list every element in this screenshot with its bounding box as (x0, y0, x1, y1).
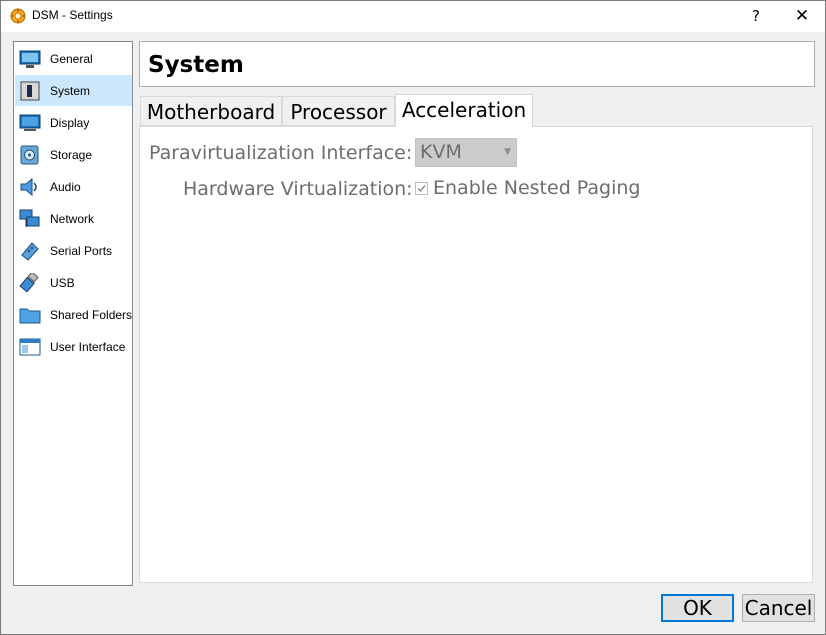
sidebar-item-display[interactable]: Display (15, 107, 132, 138)
checkmark-icon (417, 185, 426, 193)
usb-icon (19, 271, 39, 293)
sidebar-item-label: User Interface (50, 340, 126, 354)
window-title: DSM - Settings (32, 8, 113, 22)
nested-paging-label: Enable Nested Paging (433, 177, 641, 199)
sidebar-item-usb[interactable]: USB (15, 267, 132, 298)
sidebar-item-label: Network (50, 212, 95, 226)
audio-icon (19, 177, 39, 197)
sidebar-item-label: USB (50, 276, 75, 290)
system-icon (19, 81, 40, 101)
sidebar-item-network[interactable]: Network (15, 203, 132, 234)
settings-window: DSM - Settings ? ✕ General System Displa… (0, 0, 826, 635)
shared-folders-icon (19, 305, 41, 325)
chevron-down-icon: ▼ (504, 147, 511, 157)
sidebar-item-general[interactable]: General (15, 43, 132, 74)
network-icon (19, 209, 40, 229)
virtualbox-app-icon (10, 8, 26, 24)
page-header: System (139, 41, 815, 87)
close-button[interactable]: ✕ (779, 1, 825, 32)
sidebar-item-label: Shared Folders (50, 308, 133, 322)
sidebar-item-shared-folders[interactable]: Shared Folders (15, 299, 132, 330)
tab-acceleration[interactable]: Acceleration (395, 94, 533, 127)
serial-ports-icon (19, 241, 39, 261)
sidebar-item-user-interface[interactable]: User Interface (15, 331, 132, 362)
nested-paging-checkbox[interactable] (415, 182, 428, 195)
user-interface-icon (19, 337, 41, 357)
sidebar-item-label: Serial Ports (50, 244, 113, 258)
paravirtualization-value: KVM (420, 141, 462, 163)
sidebar-item-label: General (50, 52, 93, 66)
title-bar: DSM - Settings ? ✕ (1, 1, 825, 32)
page-title: System (148, 52, 244, 78)
sidebar-item-label: Audio (50, 180, 81, 194)
sidebar-item-label: Storage (50, 148, 93, 162)
paravirtualization-select[interactable]: KVM ▼ (415, 138, 517, 167)
help-button[interactable]: ? (733, 1, 779, 32)
sidebar-item-storage[interactable]: Storage (15, 139, 132, 170)
storage-icon (19, 145, 39, 165)
display-icon (19, 113, 41, 133)
settings-category-list: General System Display Storage Audio Net… (13, 41, 133, 586)
hardware-virtualization-label: Hardware Virtualization: (183, 178, 413, 200)
general-icon (19, 49, 41, 69)
tab-motherboard[interactable]: Motherboard (140, 96, 282, 126)
cancel-button[interactable]: Cancel (742, 594, 815, 622)
ok-button[interactable]: OK (661, 594, 734, 622)
sidebar-item-label: Display (50, 116, 90, 130)
sidebar-item-serial-ports[interactable]: Serial Ports (15, 235, 132, 266)
sidebar-item-label: System (50, 84, 91, 98)
tab-processor[interactable]: Processor (282, 96, 395, 126)
sidebar-item-system[interactable]: System (15, 75, 132, 106)
sidebar-item-audio[interactable]: Audio (15, 171, 132, 202)
paravirtualization-label: Paravirtualization Interface: (149, 142, 413, 164)
